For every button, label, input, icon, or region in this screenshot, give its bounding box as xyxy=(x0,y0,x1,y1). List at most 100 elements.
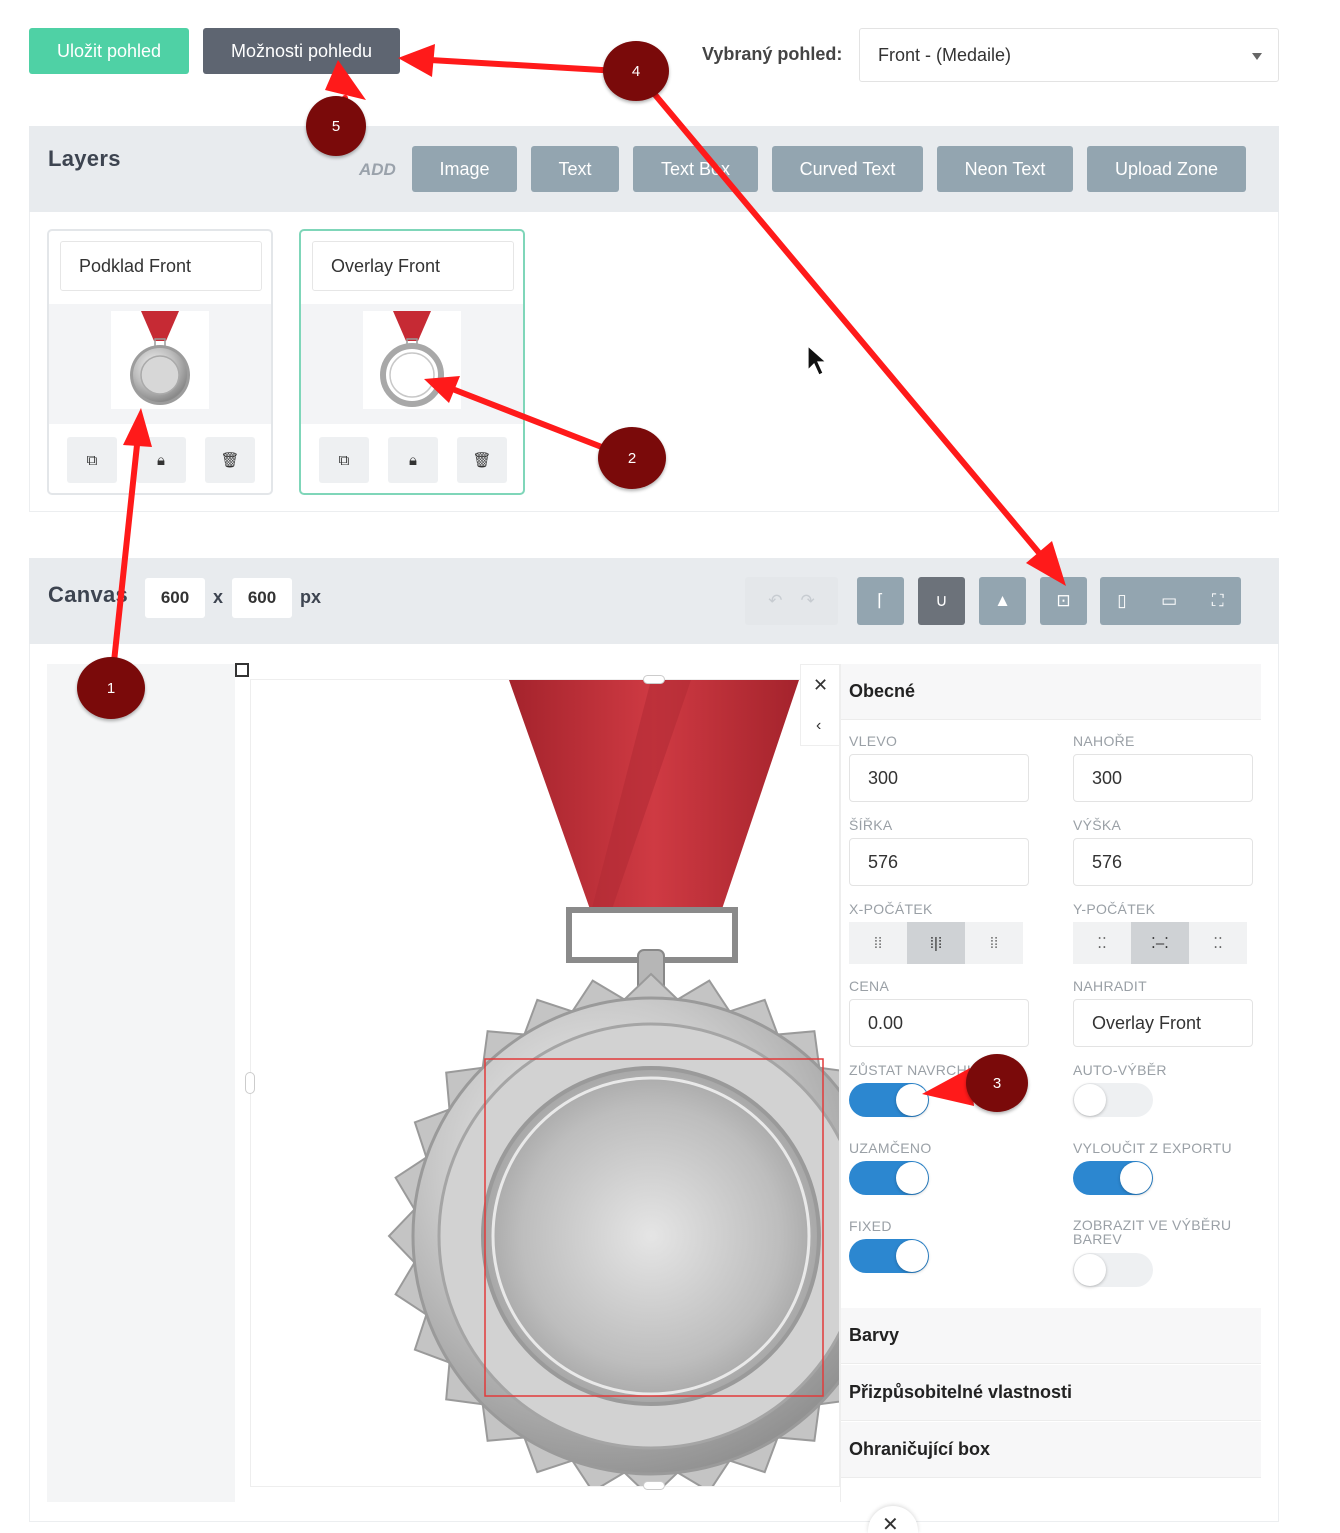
add-image-button[interactable]: Image xyxy=(412,146,517,192)
lock-icon[interactable]: 🔒︎ xyxy=(136,437,186,483)
layer-thumbnail-area xyxy=(301,304,523,424)
properties-panel: Obecné VLEVO NAHOŘE 300 300 ŠÍŘKA VÝŠKA … xyxy=(840,664,1261,1502)
section-custom-title: Přizpůsobitelné vlastnosti xyxy=(849,1382,1073,1402)
height-input[interactable]: 576 xyxy=(1073,838,1253,886)
dimension-separator: x xyxy=(213,587,224,607)
auto-select-toggle[interactable] xyxy=(1073,1083,1153,1117)
view-options-button[interactable]: Možnosti pohledu xyxy=(203,28,400,74)
fullscreen-icon[interactable]: ⛶ xyxy=(1212,591,1224,611)
top-input[interactable]: 300 xyxy=(1073,754,1253,802)
origin-right-icon[interactable]: ⁞⁞ xyxy=(965,922,1023,964)
auto-select-label: AUTO-VÝBĚR xyxy=(1073,1062,1167,1078)
props-toggle-strip: ✕ ‹ xyxy=(800,664,840,746)
trash-icon[interactable]: 🗑︎ xyxy=(205,437,255,483)
design-canvas[interactable] xyxy=(250,679,840,1487)
stay-on-top-toggle[interactable] xyxy=(849,1083,929,1117)
layer-name-input[interactable]: Podklad Front xyxy=(60,241,262,291)
exclude-export-toggle[interactable] xyxy=(1073,1161,1153,1195)
canvas-width-input[interactable]: 600 xyxy=(145,578,205,618)
width-input[interactable]: 576 xyxy=(849,838,1029,886)
annotation-marker-2: 2 xyxy=(598,427,666,489)
layer-tools: ⧉ 🔒︎ 🗑︎ xyxy=(67,437,255,483)
exclude-export-label: VYLOUČIT Z EXPORTU xyxy=(1073,1140,1232,1156)
stay-on-top-label: ZŮSTAT NAVRCHU xyxy=(849,1062,978,1078)
canvas-height-input[interactable]: 600 xyxy=(232,578,292,618)
replace-label: NAHRADIT xyxy=(1073,978,1147,994)
locked-toggle[interactable] xyxy=(849,1161,929,1195)
origin-top-icon[interactable]: ⁚⁚ xyxy=(1073,922,1131,964)
canvas-side-gutter xyxy=(47,664,235,1502)
layer-thumbnail xyxy=(363,311,461,409)
undo-redo-group: ↶ ↷ xyxy=(745,577,838,625)
x-origin-label: X-POČÁTEK xyxy=(849,901,933,917)
section-custom-properties[interactable]: Přizpůsobitelné vlastnosti xyxy=(841,1365,1261,1421)
locked-label: UZAMČENO xyxy=(849,1140,932,1156)
y-origin-label: Y-POČÁTEK xyxy=(1073,901,1156,917)
y-origin-segmented: ⁚⁚ ⁚‒⁚ ⁚⁚ xyxy=(1073,922,1247,964)
section-colors[interactable]: Barvy xyxy=(841,1308,1261,1364)
resize-handle[interactable] xyxy=(245,1072,255,1094)
price-input[interactable]: 0.00 xyxy=(849,999,1029,1047)
close-icon[interactable]: ✕ xyxy=(813,675,828,696)
canvas-title: Canvas xyxy=(48,582,129,607)
resize-handle[interactable] xyxy=(643,1481,665,1490)
duplicate-icon[interactable]: ⧉ xyxy=(319,437,369,483)
fixed-toggle[interactable] xyxy=(849,1239,929,1273)
mobile-icon[interactable]: ▯ xyxy=(1117,591,1126,611)
redo-icon[interactable]: ↷ xyxy=(801,591,815,611)
close-icon: ✕ xyxy=(882,1514,899,1533)
ruler-icon[interactable]: ⌈ xyxy=(857,577,904,625)
origin-middle-icon[interactable]: ⁚‒⁚ xyxy=(1131,922,1189,964)
left-label: VLEVO xyxy=(849,733,898,749)
layers-header: Layers ADD Image Text Text Box Curved Te… xyxy=(29,126,1279,212)
section-general[interactable]: Obecné xyxy=(841,664,1261,720)
magnet-icon[interactable]: ∪ xyxy=(918,577,965,625)
shapes-icon[interactable]: ▲ xyxy=(979,577,1026,625)
selected-view-select[interactable]: Front - (Medaile) xyxy=(859,28,1279,82)
annotation-marker-1: 1 xyxy=(77,657,145,719)
selected-view-label: Vybraný pohled: xyxy=(702,44,843,64)
left-input[interactable]: 300 xyxy=(849,754,1029,802)
add-neon-text-button[interactable]: Neon Text xyxy=(937,146,1073,192)
checkbox-icon[interactable] xyxy=(235,663,249,677)
section-colors-title: Barvy xyxy=(849,1325,900,1345)
medal-image xyxy=(387,680,839,1486)
fixed-label: FIXED xyxy=(849,1218,892,1234)
chevron-left-icon[interactable]: ‹ xyxy=(816,717,821,735)
x-origin-segmented: ⁞⁞ ⁞|⁞ ⁞⁞ xyxy=(849,922,1023,964)
lock-icon[interactable]: 🔒︎ xyxy=(388,437,438,483)
section-bbox-title: Ohraničující box xyxy=(849,1439,991,1459)
layer-name-input[interactable]: Overlay Front xyxy=(312,241,514,291)
annotation-marker-3: 3 xyxy=(966,1054,1028,1112)
selected-view-value: Front - (Medaile) xyxy=(878,44,1012,65)
top-label: NAHOŘE xyxy=(1073,733,1135,749)
replace-input[interactable]: Overlay Front xyxy=(1073,999,1253,1047)
layer-tools: ⧉ 🔒︎ 🗑︎ xyxy=(319,437,507,483)
layer-card-overlay-front[interactable]: Overlay Front ⧉ 🔒︎ 🗑︎ xyxy=(299,229,525,495)
add-upload-zone-button[interactable]: Upload Zone xyxy=(1087,146,1246,192)
add-box-icon[interactable]: ⊡ xyxy=(1040,577,1087,625)
resize-handle[interactable] xyxy=(643,675,665,684)
trash-icon[interactable]: 🗑︎ xyxy=(457,437,507,483)
duplicate-icon[interactable]: ⧉ xyxy=(67,437,117,483)
add-text-button[interactable]: Text xyxy=(531,146,619,192)
section-general-title: Obecné xyxy=(849,681,916,701)
height-label: VÝŠKA xyxy=(1073,817,1122,833)
layer-card-podklad-front[interactable]: Podklad Front ⧉ 🔒︎ 🗑︎ xyxy=(47,229,273,495)
section-bounding-box[interactable]: Ohraničující box xyxy=(841,1422,1261,1478)
add-textbox-button[interactable]: Text Box xyxy=(633,146,758,192)
tablet-icon[interactable]: ▭ xyxy=(1161,591,1177,611)
show-in-color-selection-label: ZOBRAZIT VE VÝBĚRU BAREV xyxy=(1073,1217,1232,1247)
price-label: CENA xyxy=(849,978,890,994)
device-group: ▯ ▭ ⛶ xyxy=(1100,577,1241,625)
width-label: ŠÍŘKA xyxy=(849,817,893,833)
origin-center-icon[interactable]: ⁞|⁞ xyxy=(907,922,965,964)
add-curved-text-button[interactable]: Curved Text xyxy=(772,146,923,192)
origin-bottom-icon[interactable]: ⁚⁚ xyxy=(1189,922,1247,964)
origin-left-icon[interactable]: ⁞⁞ xyxy=(849,922,907,964)
layer-thumbnail-area xyxy=(49,304,271,424)
layers-title: Layers xyxy=(48,146,121,171)
undo-icon[interactable]: ↶ xyxy=(768,591,782,611)
show-in-color-selection-toggle[interactable] xyxy=(1073,1253,1153,1287)
save-view-button[interactable]: Uložit pohled xyxy=(29,28,189,74)
